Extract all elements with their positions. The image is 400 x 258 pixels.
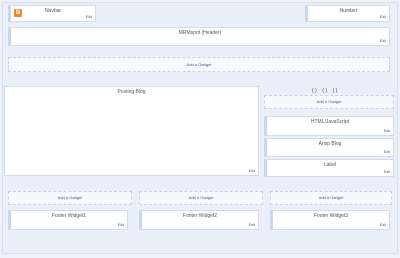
sidebar-widget-archive[interactable]: Arsip Blog Edit xyxy=(264,138,394,157)
footer-widget-2-title: Footer Widget2 xyxy=(182,213,218,219)
navbar-title: Navbar xyxy=(44,8,62,14)
sidebar-tab-2-open[interactable]: { xyxy=(322,88,324,94)
sidebar-tab-3-open[interactable]: { xyxy=(333,88,335,94)
add-gadget-sidebar[interactable]: Add a Gadget xyxy=(264,95,394,109)
add-gadget-footer-3[interactable]: Add a Gadget xyxy=(270,191,392,205)
sidebar-widget-html-edit-link[interactable]: Edit xyxy=(384,129,390,133)
number-edit-link[interactable]: Edit xyxy=(380,15,386,19)
sidebar-tab-3-close[interactable]: } xyxy=(336,88,338,94)
footer-widget-3-edit-link[interactable]: Edit xyxy=(380,223,386,227)
header-title: MRMspot (Header) xyxy=(178,30,222,36)
sidebar-tab-2-close[interactable]: } xyxy=(325,88,327,94)
navbar-widget[interactable]: B Navbar Edit xyxy=(8,5,96,22)
blog-posts-edit-link[interactable]: Edit xyxy=(249,169,255,173)
header-widget[interactable]: MRMspot (Header) Edit xyxy=(8,27,390,46)
footer-widget-2[interactable]: Footer Widget2 Edit xyxy=(139,210,259,230)
footer-widget-1-edit-link[interactable]: Edit xyxy=(118,223,124,227)
footer-widget-2-edit-link[interactable]: Edit xyxy=(249,223,255,227)
sidebar-tab-1-open[interactable]: { xyxy=(312,88,314,94)
footer-widget-1[interactable]: Footer Widget1 Edit xyxy=(8,210,128,230)
number-widget[interactable]: Number Edit xyxy=(305,5,390,22)
add-gadget-footer-2[interactable]: Add a Gadget xyxy=(139,191,263,205)
blog-posts-widget[interactable]: Posting Blog Edit xyxy=(4,86,259,176)
sidebar-tab-1-close[interactable]: } xyxy=(315,88,317,94)
header-edit-link[interactable]: Edit xyxy=(380,39,386,43)
footer-widget-3[interactable]: Footer Widget3 Edit xyxy=(270,210,390,230)
navbar-edit-link[interactable]: Edit xyxy=(86,15,92,19)
blog-posts-title: Posting Blog xyxy=(117,89,146,95)
sidebar-widget-label-title: Label xyxy=(323,162,337,168)
sidebar-widget-label[interactable]: Label Edit xyxy=(264,159,394,177)
number-title: Number xyxy=(339,8,358,14)
footer-widget-3-title: Footer Widget3 xyxy=(313,213,349,219)
footer-widget-1-title: Footer Widget1 xyxy=(51,213,87,219)
sidebar-tabs: { } { } { } xyxy=(312,88,392,94)
add-gadget-footer-1[interactable]: Add a Gadget xyxy=(8,191,132,205)
sidebar-widget-html[interactable]: HTML/JavaScript Edit xyxy=(264,116,394,136)
sidebar-widget-archive-title: Arsip Blog xyxy=(318,141,342,147)
sidebar-widget-archive-edit-link[interactable]: Edit xyxy=(384,150,390,154)
sidebar-widget-label-edit-link[interactable]: Edit xyxy=(384,170,390,174)
sidebar-widget-html-title: HTML/JavaScript xyxy=(310,119,350,125)
add-gadget-header[interactable]: Add a Gadget xyxy=(8,57,390,72)
